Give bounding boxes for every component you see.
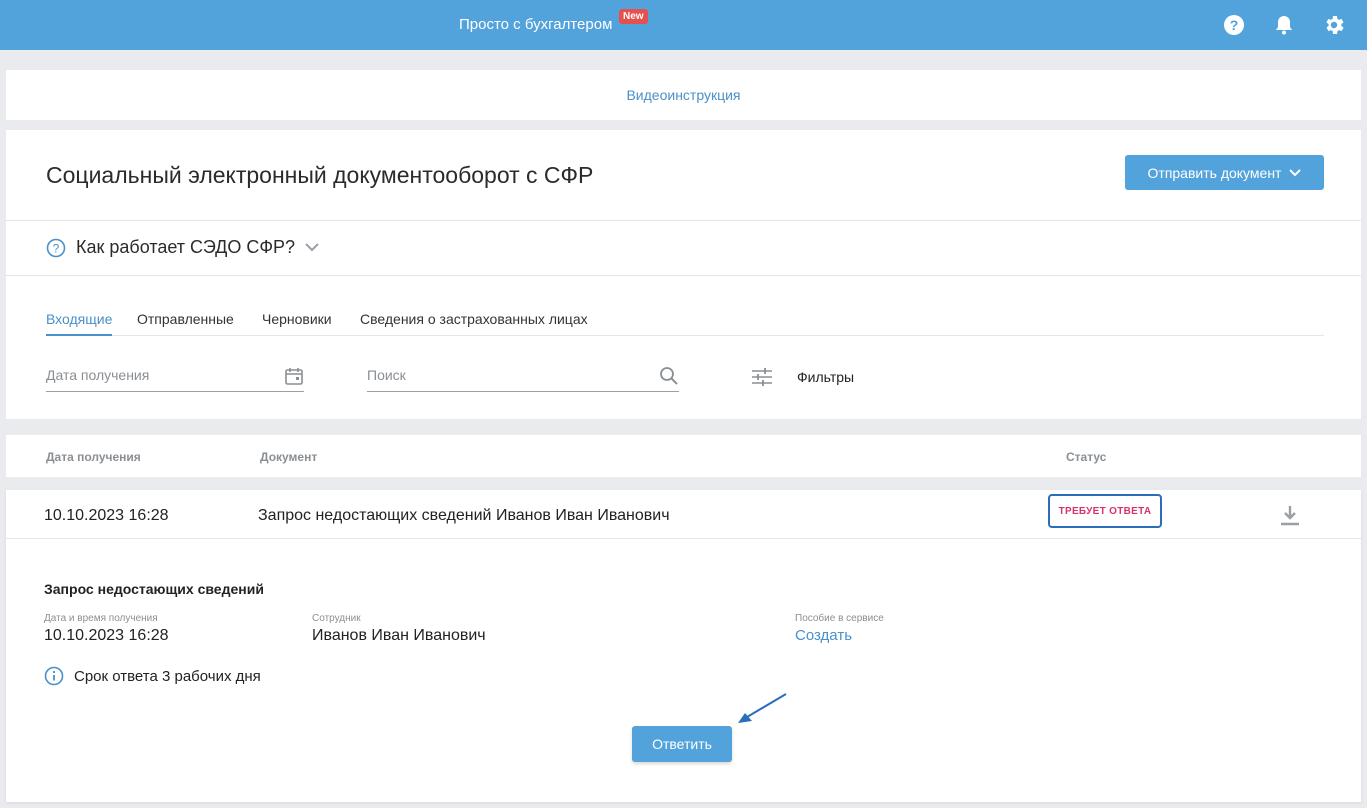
brand-title[interactable]: Просто с бухгалтером bbox=[459, 16, 612, 33]
gear-icon[interactable] bbox=[1322, 13, 1346, 37]
date-input[interactable] bbox=[46, 360, 304, 390]
search-input[interactable] bbox=[367, 360, 679, 390]
deadline-text: Срок ответа 3 рабочих дня bbox=[74, 667, 261, 685]
benefit-label: Пособие в сервисе bbox=[795, 613, 884, 624]
date-field bbox=[46, 360, 304, 392]
filters-button[interactable]: Фильтры bbox=[751, 367, 854, 387]
column-document: Документ bbox=[260, 450, 318, 464]
video-instruction-link[interactable]: Видеоинструкция bbox=[626, 87, 740, 103]
page-title: Социальный электронный документооборот с… bbox=[46, 162, 594, 188]
how-it-works-toggle[interactable]: ? Как работает СЭДО СФР? bbox=[46, 237, 319, 258]
chevron-down-icon bbox=[1289, 168, 1302, 176]
column-status: Статус bbox=[1066, 450, 1107, 464]
download-icon[interactable] bbox=[1279, 504, 1301, 531]
row-date: 10.10.2023 16:28 bbox=[44, 507, 169, 524]
deadline-notice: Срок ответа 3 рабочих дня bbox=[44, 666, 261, 686]
svg-text:?: ? bbox=[53, 241, 60, 255]
received-label: Дата и время получения bbox=[44, 613, 158, 624]
search-icon[interactable] bbox=[659, 366, 679, 391]
calendar-icon[interactable] bbox=[284, 366, 304, 391]
detail-title: Запрос недостающих сведений bbox=[44, 581, 264, 597]
info-icon bbox=[44, 666, 64, 686]
new-badge: New bbox=[619, 9, 648, 24]
main-card: Социальный электронный документооборот с… bbox=[6, 130, 1361, 419]
send-document-label: Отправить документ bbox=[1147, 164, 1282, 181]
tab-drafts[interactable]: Черновики bbox=[262, 311, 332, 336]
received-value: 10.10.2023 16:28 bbox=[44, 627, 169, 644]
row-document: Запрос недостающих сведений Иванов Иван … bbox=[258, 507, 670, 524]
divider bbox=[6, 275, 1361, 276]
svg-text:?: ? bbox=[1230, 17, 1239, 33]
tab-bar: Входящие Отправленные Черновики Сведения… bbox=[46, 310, 1324, 336]
pointer-arrow bbox=[738, 693, 787, 723]
help-icon[interactable]: ? bbox=[1222, 13, 1246, 37]
create-benefit-link[interactable]: Создать bbox=[795, 627, 852, 644]
table-row[interactable]: 10.10.2023 16:28 Запрос недостающих свед… bbox=[6, 490, 1361, 539]
chevron-down-icon bbox=[305, 243, 319, 252]
tab-incoming[interactable]: Входящие bbox=[46, 311, 113, 336]
column-date: Дата получения bbox=[46, 450, 141, 464]
search-field bbox=[367, 360, 679, 392]
sliders-icon bbox=[752, 368, 772, 386]
filters-label: Фильтры bbox=[797, 369, 855, 385]
reply-button[interactable]: Ответить bbox=[632, 726, 732, 762]
tab-insured-persons[interactable]: Сведения о застрахованных лицах bbox=[360, 311, 588, 336]
question-circle-icon: ? bbox=[46, 238, 66, 257]
divider bbox=[6, 220, 1361, 221]
status-badge: ТРЕБУЕТ ОТВЕТА bbox=[1048, 494, 1162, 528]
table-header: Дата получения Документ Статус bbox=[6, 435, 1361, 477]
document-detail-card: 10.10.2023 16:28 Запрос недостающих свед… bbox=[6, 490, 1361, 802]
employee-label: Сотрудник bbox=[312, 613, 361, 624]
top-bar: Просто с бухгалтером New ? bbox=[0, 0, 1367, 50]
send-document-button[interactable]: Отправить документ bbox=[1125, 155, 1324, 190]
employee-value: Иванов Иван Иванович bbox=[312, 627, 486, 644]
video-instruction-card: Видеоинструкция bbox=[6, 70, 1361, 120]
tab-sent[interactable]: Отправленные bbox=[137, 311, 234, 336]
bell-icon[interactable] bbox=[1272, 13, 1296, 37]
how-it-works-label: Как работает СЭДО СФР? bbox=[76, 237, 296, 257]
